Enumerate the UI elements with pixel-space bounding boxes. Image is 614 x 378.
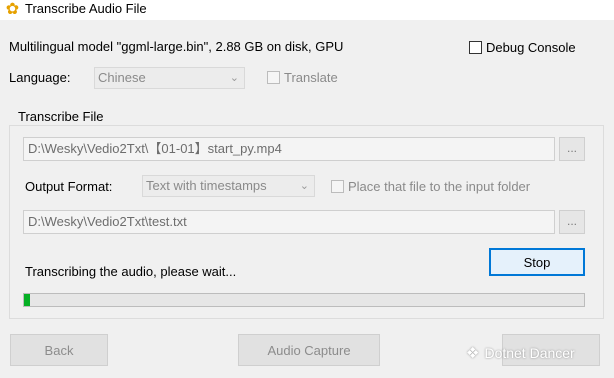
watermark-text: Dotnet Dancer [484,345,575,361]
debug-console-checkbox[interactable]: Debug Console [469,40,576,55]
model-info: Multilingual model "ggml-large.bin", 2.8… [9,39,344,54]
input-file-path-text: D:\Wesky\Vedio2Txt\【01-01】start_py.mp4 [28,141,282,156]
group-title: Transcribe File [15,109,107,124]
translate-label: Translate [284,70,338,85]
chevron-down-icon: ⌄ [299,180,309,192]
progress-fill [24,294,30,306]
place-in-input-folder-label: Place that file to the input folder [348,179,531,194]
status-text: Transcribing the audio, please wait... [25,264,237,279]
output-file-path-text: D:\Wesky\Vedio2Txt\test.txt [28,214,187,229]
browse-output-button[interactable]: ... [559,210,585,234]
back-button[interactable]: Back [10,334,108,366]
stop-button[interactable]: Stop [489,248,585,276]
browse-input-button[interactable]: ... [559,137,585,161]
checkbox-box[interactable] [267,71,280,84]
watermark: ❖ Dotnet Dancer [466,344,575,362]
debug-console-label: Debug Console [486,40,576,55]
progress-bar [23,293,585,307]
checkbox-box[interactable] [331,180,344,193]
language-label: Language: [9,70,71,85]
language-select[interactable]: Chinese ⌄ [94,67,245,89]
place-in-input-folder-checkbox[interactable]: Place that file to the input folder [331,179,530,194]
input-file-path[interactable]: D:\Wesky\Vedio2Txt\【01-01】start_py.mp4 [23,137,555,161]
checkbox-box[interactable] [469,41,482,54]
output-format-select[interactable]: Text with timestamps ⌄ [142,175,315,197]
output-format-label: Output Format: [25,179,113,194]
language-value: Chinese [98,70,146,85]
title-bar: ✿ Transcribe Audio File [0,0,614,20]
chevron-down-icon: ⌄ [229,72,239,84]
wechat-icon: ❖ [466,345,480,362]
audio-capture-button[interactable]: Audio Capture [238,334,380,366]
sunflower-app-icon: ✿ [5,1,20,18]
output-format-value: Text with timestamps [146,178,267,193]
window-title: Transcribe Audio File [25,1,147,16]
output-file-path[interactable]: D:\Wesky\Vedio2Txt\test.txt [23,210,555,234]
translate-checkbox[interactable]: Translate [267,70,338,85]
